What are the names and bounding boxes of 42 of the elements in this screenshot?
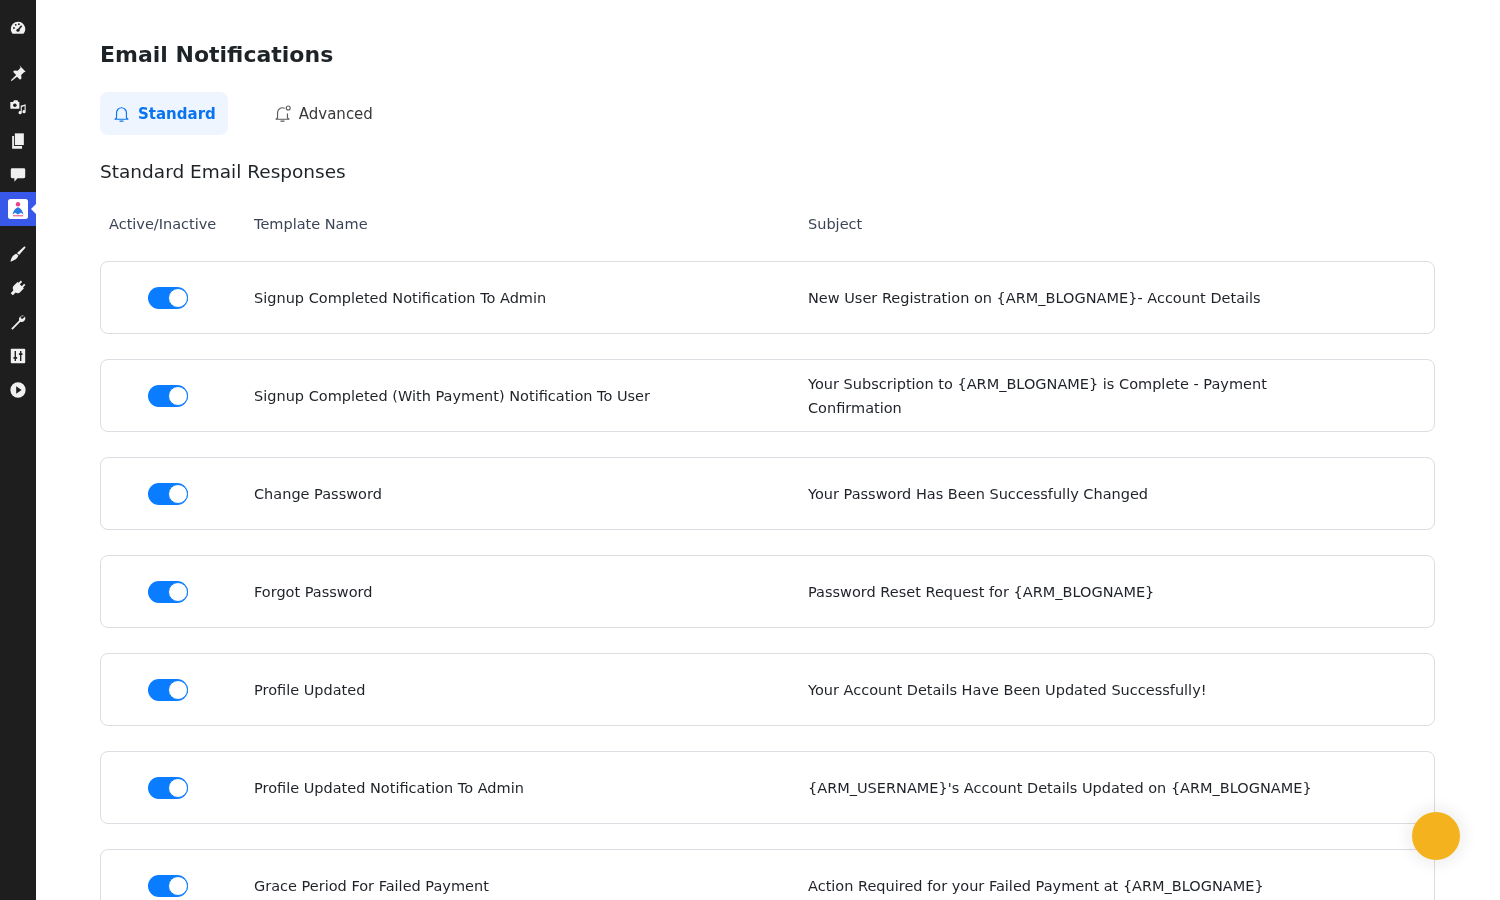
email-subject: Your Subscription to {ARM_BLOGNAME} is Complete - Payment Confirmation [808, 374, 1268, 418]
template-name: Grace Period For Failed Payment [254, 876, 490, 896]
template-name: Signup Completed (With Payment) Notification To User [254, 386, 651, 406]
toggle-switch[interactable] [148, 874, 188, 897]
wrench-icon [9, 313, 27, 331]
email-subject: {ARM_USERNAME}'s Account Details Updated on {ARM_BLOGNAME} [808, 778, 1313, 798]
toggle-switch[interactable] [148, 776, 188, 799]
email-subject: Action Required for your Failed Payment at {ARM_BLOGNAME} [808, 876, 1265, 896]
camera-music-icon [9, 98, 27, 116]
template-name: Change Password [254, 484, 383, 504]
email-subject: Your Password Has Been Successfully Changed [808, 484, 1150, 504]
template-name: Profile Updated Notification To Admin [254, 778, 525, 798]
toggle-switch[interactable] [148, 580, 188, 603]
gauge-icon [9, 19, 27, 37]
toggle-switch[interactable] [148, 482, 188, 505]
column-header: Template Name [254, 216, 369, 232]
page-title: Email Notifications [100, 41, 335, 69]
speech-bubble-icon [9, 166, 27, 184]
tab[interactable]: Standard [100, 92, 228, 135]
email-subject: Your Account Details Have Been Updated Successfully! [808, 680, 1208, 700]
person-tile-icon [8, 199, 28, 219]
toggle-switch[interactable] [148, 678, 188, 701]
column-header: Active/Inactive [109, 216, 218, 232]
sliders-icon [9, 347, 27, 365]
section-title: Standard Email Responses [100, 160, 347, 184]
pointer-icon [31, 204, 36, 214]
toggle-switch[interactable] [148, 384, 188, 407]
template-name: Profile Updated [254, 680, 367, 700]
column-header: Subject [808, 216, 864, 232]
email-subject: Password Reset Request for {ARM_BLOGNAME} [808, 582, 1156, 602]
play-icon [9, 381, 27, 399]
template-name: Signup Completed Notification To Admin [254, 288, 548, 308]
plug-icon [9, 279, 27, 297]
template-name: Forgot Password [254, 582, 374, 602]
tab[interactable]: Advanced [260, 92, 385, 135]
bell-dot-icon [272, 104, 292, 123]
brush-icon [9, 245, 27, 263]
pages-icon [9, 132, 27, 150]
email-subject: New User Registration on {ARM_BLOGNAME}- Account Details [808, 288, 1262, 308]
pin-icon [9, 64, 27, 82]
toggle-switch[interactable] [148, 286, 188, 309]
bell-icon [112, 104, 131, 123]
